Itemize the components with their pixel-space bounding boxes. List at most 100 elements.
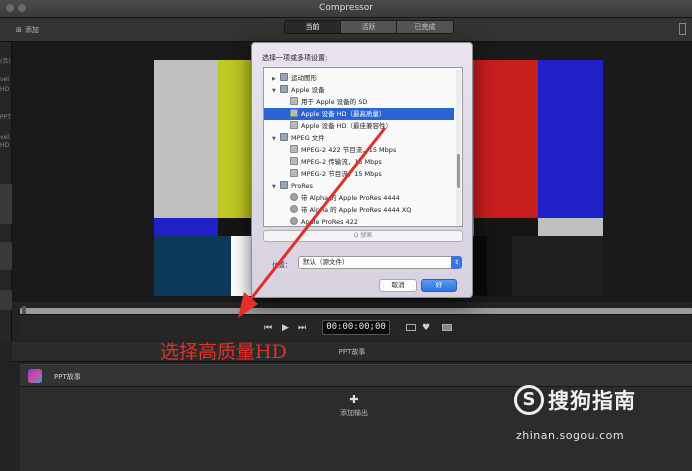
settings-group[interactable]: ▼ ProRes xyxy=(264,180,454,192)
color-bar xyxy=(154,60,219,218)
settings-search-input[interactable]: Q 搜索 xyxy=(263,230,463,242)
folder-icon xyxy=(280,181,288,189)
settings-group[interactable]: ▼ Apple 设备 xyxy=(264,84,454,96)
location-value: 默认（源文件） xyxy=(303,258,349,266)
cancel-button[interactable]: 取消 xyxy=(379,279,417,292)
batch-job-area: PPT故事 ✚ 添加输出 xyxy=(20,364,692,471)
settings-preset[interactable]: MPEG-2 传输流，15 Mbps xyxy=(264,156,454,168)
tab-current[interactable]: 当前 xyxy=(285,21,341,33)
preset-icon xyxy=(290,157,298,165)
inspector-toggle-icon[interactable] xyxy=(679,23,686,35)
preset-icon xyxy=(290,145,298,153)
fullscreen-icon[interactable] xyxy=(442,324,452,331)
sidebar-fragment: HD xyxy=(0,142,10,149)
location-label: 位置： xyxy=(272,261,292,269)
add-icon: ⊞ xyxy=(16,26,22,34)
preset-icon xyxy=(290,169,298,177)
next-frame-icon[interactable]: ⏭ xyxy=(298,323,306,333)
settings-preset[interactable]: 用于 Apple 设备的 SD xyxy=(264,96,454,108)
color-bar-mid xyxy=(154,218,219,236)
left-sidebar: (合) vel HD PPT3 vel HD xyxy=(0,42,15,342)
view-segmented-control: 当前 活跃 已完成 xyxy=(284,20,454,34)
folder-icon xyxy=(280,85,288,93)
final-cut-pro-icon xyxy=(28,369,42,383)
settings-preset[interactable]: 带 Alpha 的 Apple ProRes 4444 xyxy=(264,192,454,204)
settings-preset[interactable]: 带 Alpha 的 Apple ProRes 4444 XQ xyxy=(264,204,454,216)
tab-active[interactable]: 活跃 xyxy=(341,21,397,33)
add-button-label: 添加 xyxy=(24,26,39,34)
timecode-display: 00:00:00;00 xyxy=(322,320,390,335)
settings-item-label: MPEG-2 422 节目流，15 Mbps xyxy=(301,146,397,154)
sidebar-fragment: vel xyxy=(0,76,9,83)
batch-section-header: PPT故事 xyxy=(12,342,692,362)
display-mode-icon[interactable] xyxy=(406,324,416,331)
color-bar-mid xyxy=(538,218,603,236)
settings-item-label: MPEG-2 节目流，15 Mbps xyxy=(301,170,382,178)
settings-preset[interactable]: MPEG-2 节目流，15 Mbps xyxy=(264,168,454,180)
settings-item-label: MPEG-2 传输流，15 Mbps xyxy=(301,158,382,166)
folder-icon xyxy=(280,133,288,141)
settings-item-label: MPEG 文件 xyxy=(291,134,325,142)
settings-preset[interactable]: Apple ProRes 422 xyxy=(264,216,454,226)
add-output-icon: ✚ xyxy=(349,393,359,406)
ok-button[interactable]: 好 xyxy=(421,279,457,292)
previous-frame-icon[interactable]: ⏮ xyxy=(264,323,272,333)
folder-icon xyxy=(280,73,288,81)
chevron-updown-icon: ⇕ xyxy=(451,256,462,269)
preset-icon xyxy=(290,217,298,225)
tab-completed[interactable]: 已完成 xyxy=(397,21,453,33)
settings-item-label: 带 Alpha 的 Apple ProRes 4444 XQ xyxy=(301,206,412,214)
job-row[interactable]: PPT故事 xyxy=(20,365,692,387)
add-button[interactable]: ⊞ 添加 xyxy=(16,25,39,35)
sidebar-fragment: (合) xyxy=(0,58,11,65)
job-name: PPT故事 xyxy=(54,373,81,381)
settings-item-label: Apple 设备 xyxy=(291,86,325,94)
settings-group[interactable]: ▼ MPEG 文件 xyxy=(264,132,454,144)
sidebar-thumbnail[interactable] xyxy=(0,290,12,310)
settings-preset[interactable]: Apple 设备 HD（最佳兼容性） xyxy=(264,120,454,132)
sidebar-fragment: vel xyxy=(0,134,9,141)
settings-item-label: Apple 设备 HD（最佳兼容性） xyxy=(301,122,393,130)
add-output-button[interactable]: ✚ 添加输出 xyxy=(340,393,368,418)
settings-item-label: Apple ProRes 422 xyxy=(301,218,358,226)
preset-icon xyxy=(290,205,298,213)
scrollbar-thumb[interactable] xyxy=(457,154,460,188)
location-select[interactable]: 默认（源文件） ⇕ xyxy=(298,256,462,269)
pluge-bar xyxy=(486,236,513,296)
instruction-annotation: 选择高质量HD xyxy=(160,341,287,363)
window-title: Compressor xyxy=(319,3,373,13)
sidebar-fragment: HD xyxy=(0,86,10,93)
preset-icon xyxy=(290,97,298,105)
settings-item-label: 带 Alpha 的 Apple ProRes 4444 xyxy=(301,194,400,202)
settings-list-scrollbar[interactable] xyxy=(456,70,461,226)
dialog-prompt: 选择一项或多项设置: xyxy=(262,54,328,62)
sidebar-thumbnail[interactable] xyxy=(0,184,12,224)
settings-item-label: Apple 设备 HD（最高质量） xyxy=(301,110,386,118)
settings-item-label: 用于 Apple 设备的 SD xyxy=(301,98,368,106)
sidebar-thumbnail[interactable] xyxy=(0,242,12,270)
compressor-window: Compressor ⊞ 添加 当前 活跃 已完成 (合) vel HD PPT… xyxy=(0,0,692,471)
settings-item-label: 运动图形 xyxy=(291,74,317,82)
settings-item-label: ProRes xyxy=(291,182,313,190)
settings-picker-dialog: 选择一项或多项设置: ▶ 运动图形 ▼ Apple 设备用于 Apple 设备的 SD… xyxy=(251,42,473,298)
sogou-watermark: S 搜狗指南 xyxy=(514,385,636,415)
preset-icon xyxy=(290,193,298,201)
settings-preset[interactable]: MPEG-2 422 节目流，15 Mbps xyxy=(264,144,454,156)
watermark-brand: 搜狗指南 xyxy=(548,389,636,413)
title-bar: Compressor xyxy=(0,0,692,18)
color-bar xyxy=(538,60,603,218)
play-icon[interactable]: ▶ xyxy=(282,323,289,333)
preset-icon xyxy=(290,121,298,129)
settings-list[interactable]: ▶ 运动图形 ▼ Apple 设备用于 Apple 设备的 SD Apple 设备 HD… xyxy=(263,67,463,227)
color-bar-mid xyxy=(474,218,539,236)
preset-icon xyxy=(290,109,298,117)
pluge-bar xyxy=(512,236,603,296)
heart-icon[interactable]: ♥ xyxy=(422,323,430,333)
settings-group[interactable]: ▶ 运动图形 xyxy=(264,72,454,84)
settings-preset[interactable]: Apple 设备 HD（最高质量） xyxy=(264,108,454,120)
add-output-label: 添加输出 xyxy=(340,409,368,417)
transport-bar: ⏮ ▶ ⏭ 00:00:00;00 ♥ xyxy=(20,314,692,340)
toolbar: ⊞ 添加 当前 活跃 已完成 xyxy=(0,18,692,42)
watermark-url: zhinan.sogou.com xyxy=(516,429,625,442)
color-bar xyxy=(474,60,539,218)
